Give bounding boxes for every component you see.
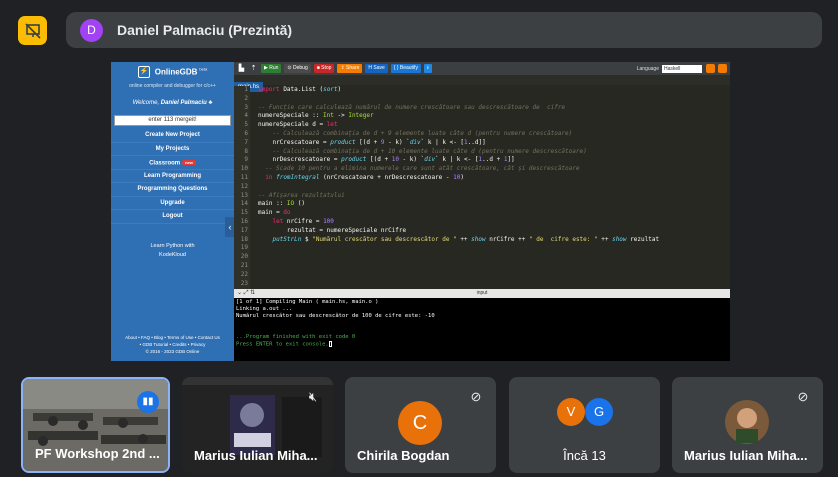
code-line: 14 main :: IO () [240, 200, 305, 208]
code-line: 4 numereSpeciale :: Int -> Integer [244, 112, 374, 120]
new-file-icon[interactable]: ▙ [237, 64, 246, 73]
presenter-name: Daniel Palmaciu (Prezintă) [117, 22, 293, 38]
code-line: 8 -- Calculează combinația de d + 10 ele… [244, 147, 587, 155]
code-line: 7 nrCrescatoare = product [(d + 9 - k) `… [244, 138, 486, 146]
participant-name: Chirila Bogdan [357, 448, 450, 463]
console-line: Numărul crescător sau descrescător de 10… [236, 313, 435, 319]
participant-photo [725, 400, 769, 444]
code-line: 10 -- Scade 10 pentru a elimina numerele… [240, 165, 580, 173]
onlinegdb-sidebar: ⚡ OnlineGDB beta online compiler and deb… [111, 62, 235, 361]
sidebar-item-classroom[interactable]: Classroom new [111, 156, 234, 170]
top-bar: D Daniel Palmaciu (Prezintă) [0, 0, 838, 60]
code-line: 2 [244, 94, 248, 102]
sidebar-menu: Create New Project My Projects Classroom… [111, 129, 234, 224]
console-line: ...Program finished with exit code 0 [236, 334, 356, 340]
sidebar-footer: About • FAQ • Blog • Terms of Use • Cont… [125, 335, 220, 354]
code-line: 12 [240, 182, 248, 190]
console-line: Press ENTER to exit console. [236, 341, 728, 349]
onlinegdb-logo[interactable]: ⚡ OnlineGDB beta [111, 66, 234, 78]
mic-off-icon: ⊘ [797, 389, 809, 404]
file-tab-bar: main.hs [234, 75, 730, 92]
sidebar-item-programming-questions[interactable]: Programming Questions [111, 183, 234, 197]
settings-gear-icon[interactable] [706, 64, 715, 73]
mic-off-icon: ⊘ [470, 389, 482, 404]
beautify-button[interactable]: { } Beautify [390, 64, 421, 73]
console-line: Linking a.out ... [236, 306, 293, 312]
mic-off-icon: 🔇︎ [308, 389, 318, 404]
sidebar-item-my-projects[interactable]: My Projects [111, 143, 234, 156]
code-line: 1 import Data.List (sort) [244, 86, 342, 93]
brand-name: OnlineGDB [154, 67, 198, 77]
lightning-icon: ⚡ [137, 66, 150, 78]
presenter-avatar: D [80, 18, 103, 42]
promo-link[interactable]: Learn Python with KodeKloud [111, 242, 234, 260]
avatar: V [557, 398, 585, 426]
download-button[interactable]: ⭳ [423, 64, 432, 73]
upload-icon[interactable]: ⇡ [249, 64, 258, 73]
brand-subtitle: online compiler and debugger for c/c++ [129, 83, 216, 89]
code-line: 20 [240, 253, 248, 261]
theme-icon[interactable] [718, 64, 727, 73]
code-line: 11 in fromIntegral (nrCrescatoare + nrDe… [240, 174, 464, 181]
share-button[interactable]: ⇪ Share [337, 64, 363, 73]
participant-name: Marius Iulian Miha... [684, 448, 808, 463]
participant-name: PF Workshop 2nd ... [35, 446, 160, 461]
console-header: ⌄ ⤢ ⇅ input [234, 289, 730, 298]
avatar: G [585, 398, 613, 426]
shared-screen: ⚡ OnlineGDB beta online compiler and deb… [111, 62, 730, 361]
code-line: 16 let nrCifre = 100 [240, 218, 334, 225]
sidebar-item-logout[interactable]: Logout [111, 210, 234, 224]
code-line: 15 main = do [240, 209, 291, 217]
language-label: Language [636, 65, 659, 72]
code-line: 3 -- Funcție care calculează numărul de n… [244, 103, 566, 111]
code-line: 17 rezultat = numereSpeciale nrCifre [240, 226, 407, 234]
stop-button[interactable]: ■ Stop [313, 64, 335, 73]
new-badge: new [182, 160, 196, 165]
presenter-banner: D Daniel Palmaciu (Prezintă) [66, 12, 822, 48]
participant-tile-marius-screen[interactable]: 🔇︎ Marius Iulian Miha... [182, 377, 333, 473]
avatar: C [398, 401, 442, 445]
welcome-text: Welcome, Daniel Palmaciu ♣ [132, 100, 213, 106]
code-line: 19 [240, 244, 248, 252]
speaking-indicator-icon: ▮▮ [137, 391, 159, 413]
sidebar-item-upgrade[interactable]: Upgrade [111, 197, 234, 210]
sidebar-item-learn-programming[interactable]: Learn Programming [111, 170, 234, 183]
sidebar-item-create-project[interactable]: Create New Project [111, 129, 234, 143]
console-title: input [476, 290, 488, 296]
code-line: 6 -- Calculează combinația de d + 9 elem… [244, 130, 573, 137]
code-line: 9 nrDescrescatoare = product [(d + 10 - … [244, 156, 515, 164]
debug-button[interactable]: ⊙ Debug [284, 64, 311, 73]
code-line: 23 [240, 279, 248, 287]
code-line: 13 -- Afișarea rezultatului [240, 191, 345, 199]
console-cursor [328, 341, 332, 347]
code-editor[interactable]: 1 import Data.List (sort) 2 3 -- Funcție car… [234, 86, 730, 289]
save-button[interactable]: H Save [365, 64, 388, 73]
brand-beta: beta [199, 66, 208, 72]
sidebar-search-input[interactable]: enter 113 mergeit! [114, 115, 231, 126]
editor-toolbar: ▙ ⇡ ▶ Run ⊙ Debug ■ Stop ⇪ Share H Save … [234, 62, 730, 75]
participant-name: Marius Iulian Miha... [194, 448, 318, 463]
code-line: 5 numereSpeciale d = let [244, 121, 338, 129]
participant-tile-chirila[interactable]: C ⊘ Chirila Bogdan [345, 377, 496, 473]
code-line: 18 putStrLn $ "Numărul crescător sau des… [240, 235, 660, 243]
code-line: 22 [240, 270, 248, 278]
editor-area: ▙ ⇡ ▶ Run ⊙ Debug ■ Stop ⇪ Share H Save … [234, 62, 730, 361]
presentation-icon[interactable] [18, 16, 47, 45]
console-output[interactable]: [1 of 1] Compiling Main ( main.hs, main.… [234, 298, 730, 361]
language-select[interactable]: Haskell [662, 64, 702, 73]
participant-tile-marius-camera[interactable]: ⊘ Marius Iulian Miha... [672, 377, 823, 473]
console-line: [1 of 1] Compiling Main ( main.hs, main.… [236, 299, 379, 305]
more-participants-label: Încă 13 [563, 448, 606, 463]
participant-tile-more[interactable]: V G Încă 13 [509, 377, 660, 473]
participant-tile-workshop[interactable]: ▮▮ PF Workshop 2nd ... [21, 377, 170, 473]
code-line: 21 [240, 262, 248, 269]
run-button[interactable]: ▶ Run [261, 64, 282, 73]
